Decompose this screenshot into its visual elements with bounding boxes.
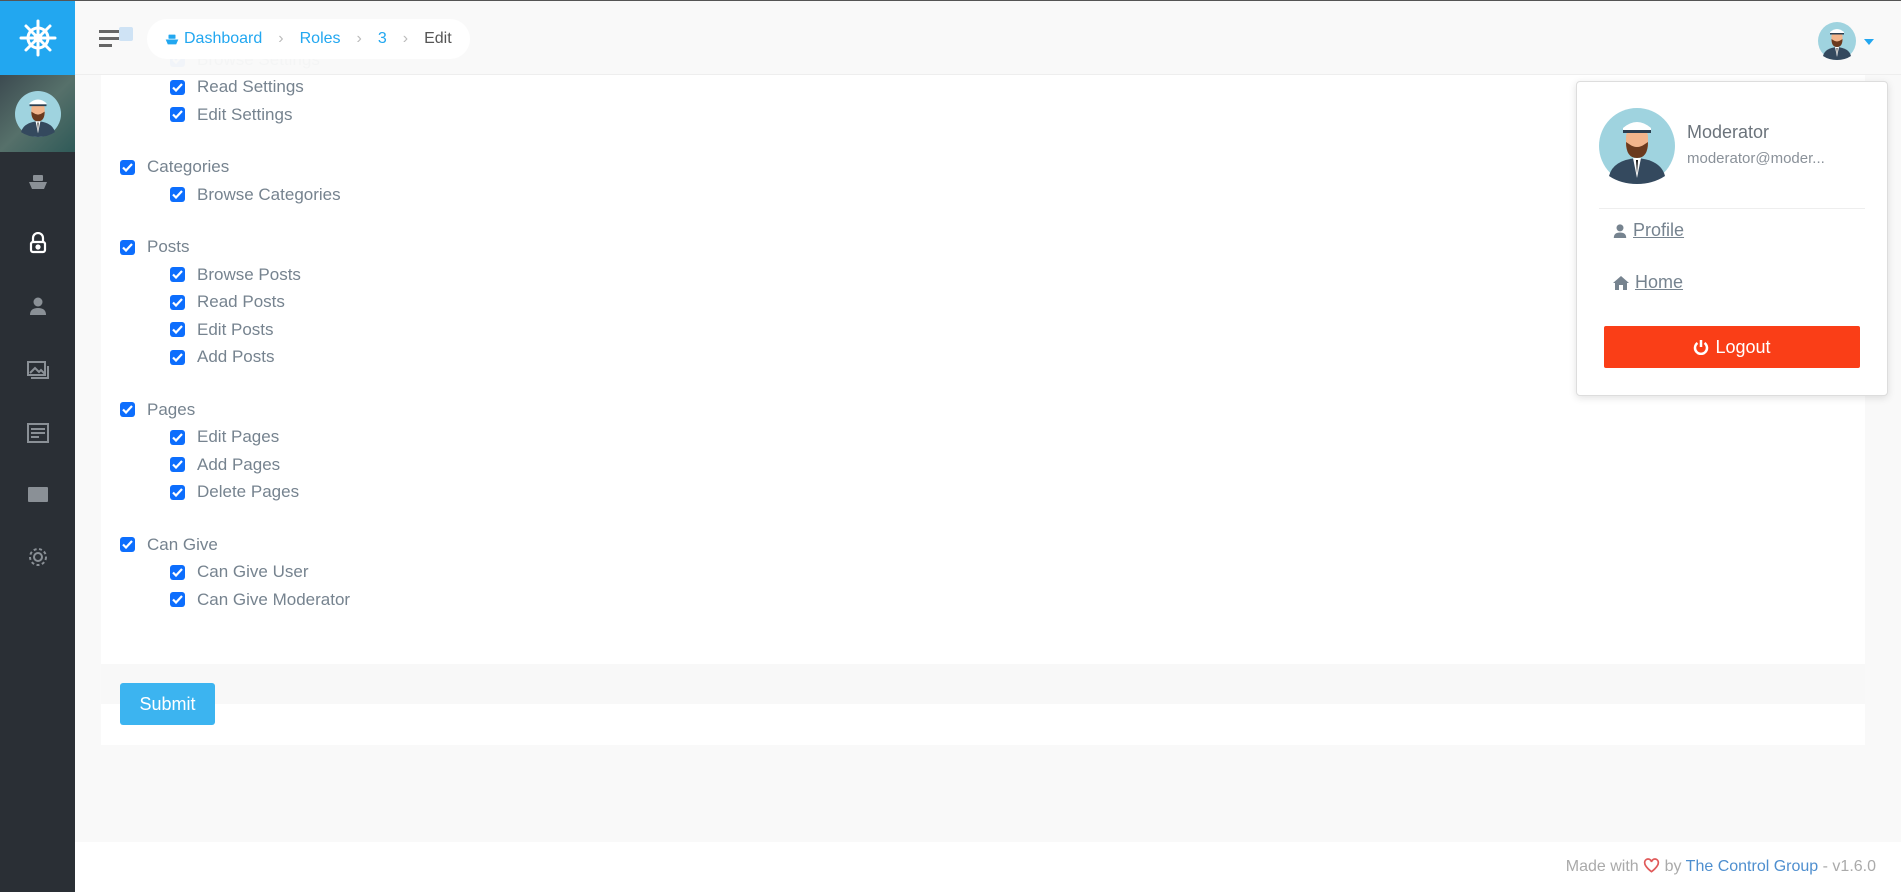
checkbox-checked[interactable] <box>170 429 185 445</box>
permission-label: Edit Pages <box>197 427 280 446</box>
news-icon[interactable] <box>0 413 75 453</box>
page-footer: Made with by The Control Group - v1.6.0 <box>75 842 1901 892</box>
checkbox-checked[interactable] <box>120 239 135 255</box>
breadcrumb-role-id[interactable]: 3 <box>378 30 387 48</box>
boat-icon <box>165 34 179 44</box>
permission-group-label: Posts <box>147 237 190 256</box>
caret-down-icon[interactable] <box>1864 39 1874 45</box>
breadcrumb-dashboard[interactable]: Dashboard <box>184 30 262 48</box>
breadcrumb-current: Edit <box>424 30 452 47</box>
checkbox-checked[interactable] <box>170 322 185 337</box>
permission-label: Add Pages <box>197 454 281 474</box>
permission-checkbox[interactable]: Browse Posts <box>170 261 301 288</box>
breadcrumb-separator: › <box>278 30 284 47</box>
breadcrumb-separator: › <box>356 30 362 47</box>
permission-checkbox[interactable]: Can Give Moderator <box>170 586 350 613</box>
checkbox-checked[interactable] <box>170 457 185 472</box>
permission-label: Read Settings <box>197 77 304 96</box>
checkbox-checked[interactable] <box>170 349 185 365</box>
checkbox-checked[interactable] <box>170 187 185 202</box>
permission-group-label: Can Give <box>147 534 218 554</box>
user-email: moderator@moder... <box>1687 150 1825 167</box>
logout-button[interactable]: Logout <box>1604 326 1860 368</box>
permission-checkbox[interactable]: Edit Posts <box>170 316 274 343</box>
breadcrumb: Dashboard › Roles › 3 › Edit <box>147 19 470 59</box>
divider <box>1599 208 1865 209</box>
breadcrumb-roles[interactable]: Roles <box>300 30 341 48</box>
permission-checkbox[interactable]: Read Settings <box>170 74 304 101</box>
breadcrumb-separator: › <box>402 30 409 47</box>
permission-checkbox[interactable]: Add Pages <box>170 451 280 478</box>
heart-icon <box>1643 858 1660 873</box>
permission-checkbox[interactable]: Can Give User <box>170 559 308 586</box>
folder-icon[interactable] <box>0 474 75 514</box>
footer-version: - v1.6.0 <box>1822 858 1876 875</box>
lock-icon[interactable] <box>0 223 75 263</box>
checkbox-checked[interactable] <box>170 564 185 580</box>
menu-profile[interactable]: Profile <box>1613 220 1684 241</box>
user-avatar-button[interactable] <box>1818 22 1856 60</box>
checkbox-checked[interactable] <box>170 592 185 607</box>
avatar <box>1599 108 1675 184</box>
permission-group-label: Pages <box>147 399 196 419</box>
permission-group-checkbox[interactable]: Categories <box>120 154 229 181</box>
permission-label: Browse Posts <box>197 264 301 284</box>
footer-by: by <box>1664 858 1682 875</box>
checkbox-checked[interactable] <box>170 107 185 122</box>
images-icon[interactable] <box>0 350 75 390</box>
footer-company-link[interactable]: The Control Group <box>1686 858 1819 875</box>
checkbox-checked[interactable] <box>120 537 135 552</box>
menu-home[interactable]: Home <box>1613 272 1683 293</box>
hamburger-menu-icon[interactable] <box>99 27 135 49</box>
home-icon <box>1613 275 1629 290</box>
permission-checkbox[interactable]: Add Posts <box>170 344 275 371</box>
permission-label: Browse Categories <box>197 184 341 204</box>
permission-label: Add Posts <box>197 347 275 366</box>
checkbox-checked[interactable] <box>120 159 135 175</box>
permission-checkbox[interactable]: Browse Categories <box>170 181 341 208</box>
permission-checkbox[interactable]: Read Posts <box>170 289 285 316</box>
logout-label: Logout <box>1715 336 1771 357</box>
permission-checkbox[interactable]: Delete Pages <box>170 479 299 506</box>
checkbox-checked[interactable] <box>170 294 185 310</box>
permission-group-label: Categories <box>147 157 230 176</box>
top-navbar: Dashboard › Roles › 3 › Edit <box>75 1 1901 75</box>
permission-label: Delete Pages <box>197 482 300 501</box>
permission-checkbox[interactable]: Edit Settings <box>170 101 292 128</box>
boat-icon[interactable] <box>0 162 75 202</box>
checkbox-checked[interactable] <box>170 267 185 282</box>
sidebar <box>0 0 75 892</box>
permission-group-checkbox[interactable]: Posts <box>120 234 190 261</box>
user-name: Moderator <box>1687 122 1770 142</box>
permission-group-checkbox[interactable]: Pages <box>120 396 195 423</box>
power-icon <box>1694 340 1709 355</box>
checkbox-checked[interactable] <box>170 484 185 500</box>
permission-group-checkbox[interactable]: Can Give <box>120 531 218 558</box>
form-footer <box>101 664 1865 704</box>
permission-label: Can Give User <box>197 562 309 581</box>
profile-label: Profile <box>1633 220 1685 240</box>
checkbox-checked[interactable] <box>120 402 135 417</box>
gear-icon[interactable] <box>0 537 75 577</box>
permission-label: Can Give Moderator <box>197 589 351 609</box>
user-icon[interactable] <box>0 286 75 326</box>
user-dropdown-menu: Moderator moderator@moder... Profile Hom… <box>1576 81 1888 396</box>
user-icon <box>1613 223 1627 238</box>
sidebar-user-avatar[interactable] <box>0 75 75 152</box>
submit-button[interactable]: Submit <box>120 683 215 725</box>
home-label: Home <box>1635 272 1684 292</box>
permission-label: Edit Posts <box>197 319 274 339</box>
permission-checkbox[interactable]: Edit Pages <box>170 424 279 451</box>
logo-helm-icon[interactable] <box>0 0 75 75</box>
permission-label: Edit Settings <box>197 104 293 124</box>
checkbox-checked[interactable] <box>170 79 185 95</box>
permission-label: Read Posts <box>197 292 285 311</box>
footer-made-with: Made with <box>1565 858 1639 875</box>
